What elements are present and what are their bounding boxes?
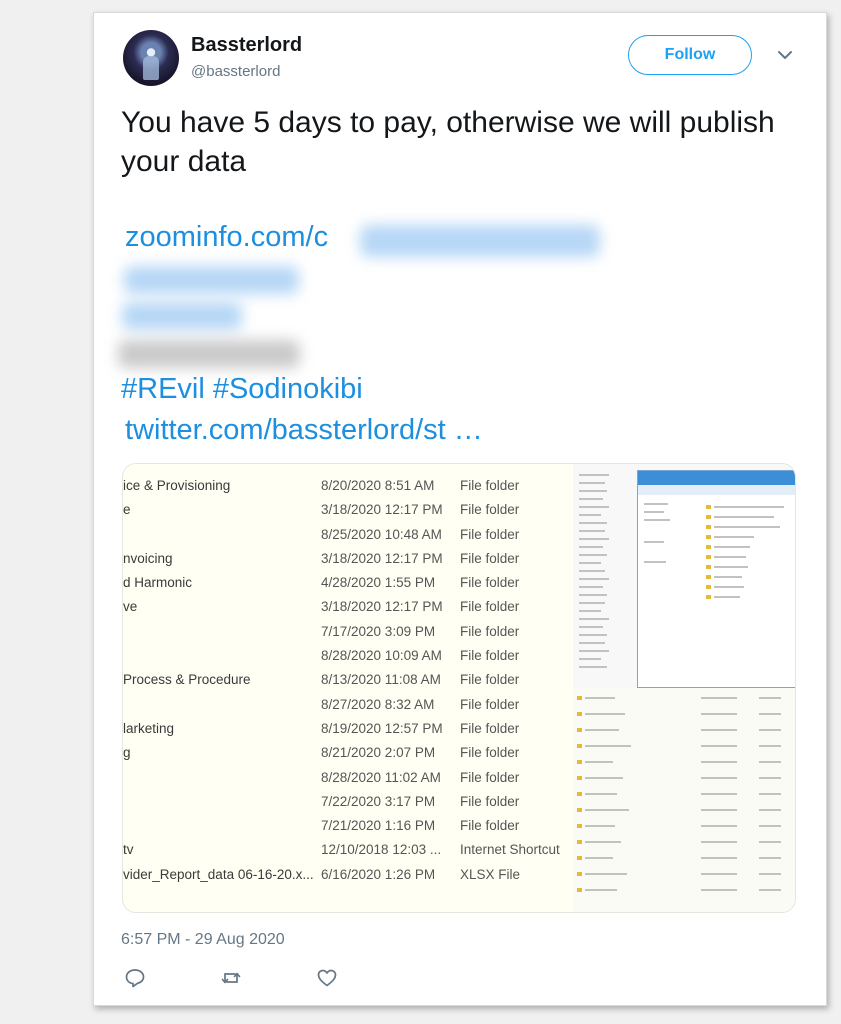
file-type: File folder [460,623,520,639]
file-row: g 8/21/2020 2:07 PM File folder [123,742,573,766]
explorer-screenshot-bottom [573,688,795,912]
file-date: 6/16/2020 1:26 PM [321,866,436,882]
tweet-card: Bassterlord @bassterlord Follow You have… [93,12,827,1006]
file-name: vider_Report_data 06-16-20.x... [123,866,314,882]
file-row: nvoicing 3/18/2020 12:17 PM File folder [123,548,573,572]
chevron-down-icon[interactable] [775,47,795,63]
file-name: tv [123,842,134,858]
file-name: e [123,502,131,518]
file-row: 8/28/2020 11:02 AM File folder [123,767,573,791]
like-icon[interactable] [316,967,338,989]
file-name: ve [123,599,138,615]
hashtags: #REvil #Sodinokibi [121,373,371,406]
explorer-window [637,470,795,688]
file-date: 12/10/2018 12:03 ... [321,842,442,858]
twitter-status-link[interactable]: twitter.com/bassterlord/st … [125,414,483,447]
reply-icon[interactable] [124,967,146,989]
file-row: 7/21/2020 1:16 PM File folder [123,815,573,839]
file-name: ice & Provisioning [123,478,231,493]
file-date: 8/19/2020 12:57 PM [321,720,443,736]
hashtag-revil[interactable]: #REvil [121,373,205,405]
file-row: tv 12/10/2018 12:03 ... Internet Shortcut [123,839,573,863]
file-date: 8/28/2020 11:02 AM [321,769,441,785]
user-handle[interactable]: @bassterlord [191,63,280,80]
explorer-screenshot-top [573,464,795,688]
file-type: File folder [460,720,520,736]
file-type: File folder [460,793,520,809]
file-type: File folder [460,696,520,712]
file-name: nvoicing [123,550,173,566]
file-type: File folder [460,575,520,591]
file-row: 7/22/2020 3:17 PM File folder [123,791,573,815]
file-type: File folder [460,818,520,834]
file-name: g [123,745,131,761]
file-date: 3/18/2020 12:17 PM [321,550,443,566]
file-row: 7/17/2020 3:09 PM File folder [123,621,573,645]
tweet-media-image[interactable]: ice & Provisioning 8/20/2020 8:51 AM File … [122,463,796,913]
file-date: 4/28/2020 1:55 PM [321,575,436,591]
file-listing: ice & Provisioning 8/20/2020 8:51 AM File … [123,475,573,888]
file-type: File folder [460,550,520,566]
file-row: e 3/18/2020 12:17 PM File folder [123,499,573,523]
hashtag-sodinokibi[interactable]: #Sodinokibi [213,373,363,405]
file-type: File folder [460,745,520,761]
tweet-text: You have 5 days to pay, otherwise we wil… [121,106,775,178]
file-type: File folder [460,672,520,688]
tweet-link-text[interactable]: zoominfo.com/c [125,221,328,253]
file-type: File folder [460,478,520,493]
file-date: 8/28/2020 10:09 AM [321,648,442,664]
file-row: vider_Report_data 06-16-20.x... 6/16/2020… [123,864,573,888]
file-date: 8/20/2020 8:51 AM [321,478,435,493]
tweet-link[interactable]: zoominfo.com/c [125,221,328,254]
follow-button[interactable]: Follow [628,35,752,75]
file-row: 8/25/2020 10:48 AM File folder [123,524,573,548]
file-date: 8/21/2020 2:07 PM [321,745,436,761]
file-type: File folder [460,648,520,664]
file-type: File folder [460,769,520,785]
file-name: d Harmonic [123,575,193,591]
avatar[interactable] [123,30,179,86]
file-row: d Harmonic 4/28/2020 1:55 PM File folder [123,572,573,596]
file-row: 8/28/2020 10:09 AM File folder [123,645,573,669]
file-row: Process & Procedure 8/13/2020 11:08 AM Fil… [123,669,573,693]
file-name: Process & Procedure [123,672,251,688]
retweet-icon[interactable] [220,967,242,989]
file-type: XLSX File [460,866,521,882]
redacted-line-3 [118,340,300,368]
redacted-line-1 [124,266,299,294]
file-type: File folder [460,502,520,518]
file-name: larketing [123,720,175,736]
file-type: File folder [460,599,520,615]
file-date: 3/18/2020 12:17 PM [321,599,443,615]
file-row: ve 3/18/2020 12:17 PM File folder [123,596,573,620]
file-date: 7/17/2020 3:09 PM [321,623,436,639]
file-date: 7/22/2020 3:17 PM [321,793,436,809]
file-date: 8/27/2020 8:32 AM [321,696,435,712]
user-name[interactable]: Bassterlord [191,34,302,57]
file-date: 8/25/2020 10:48 AM [321,526,442,542]
redacted-line-2 [122,302,242,330]
redacted-link-part [360,225,600,257]
file-type: File folder [460,526,520,542]
file-row: 8/27/2020 8:32 AM File folder [123,694,573,718]
file-date: 7/21/2020 1:16 PM [321,818,436,834]
file-date: 3/18/2020 12:17 PM [321,502,443,518]
file-type: Internet Shortcut [460,842,560,858]
file-date: 8/13/2020 11:08 AM [321,672,441,688]
file-row: ice & Provisioning 8/20/2020 8:51 AM File … [123,475,573,499]
tweet-timestamp[interactable]: 6:57 PM - 29 Aug 2020 [121,931,285,949]
file-row: larketing 8/19/2020 12:57 PM File folder [123,718,573,742]
